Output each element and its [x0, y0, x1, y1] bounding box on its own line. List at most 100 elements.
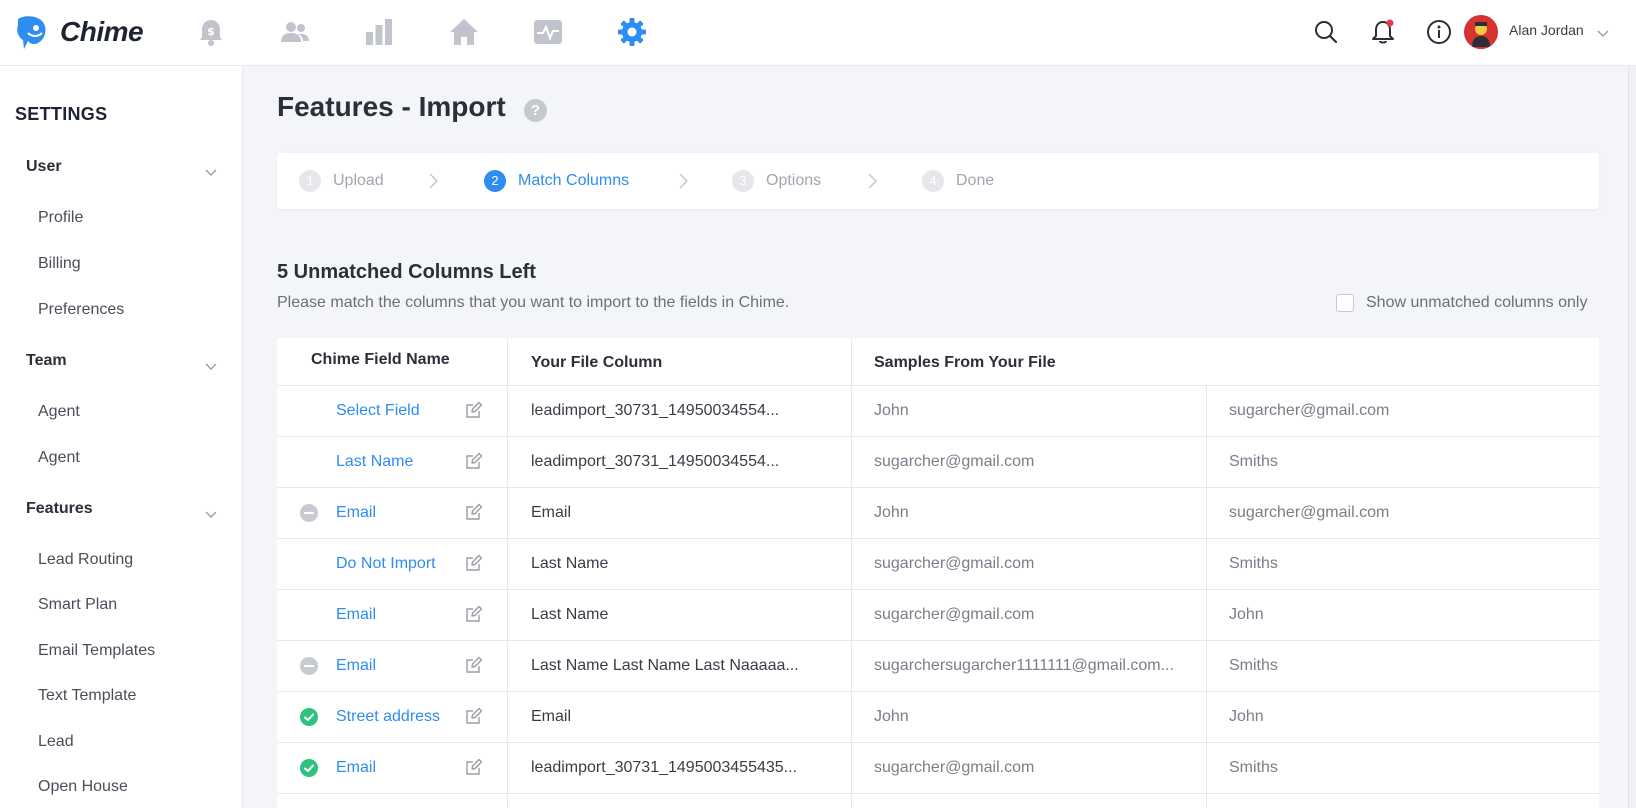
gear-icon[interactable]: [616, 16, 648, 48]
help-icon[interactable]: ?: [524, 99, 547, 122]
chime-field-link[interactable]: Email: [336, 759, 376, 777]
sidebar-item-text-template[interactable]: Text Template: [38, 687, 136, 705]
chime-field-link[interactable]: Street address: [336, 708, 440, 726]
sidebar-title: SETTINGS: [15, 104, 108, 124]
step-options[interactable]: 3 Options: [732, 170, 821, 192]
step-label: Upload: [333, 172, 384, 189]
edit-icon[interactable]: [465, 554, 483, 577]
sample-value: John: [874, 504, 909, 521]
chime-field-link[interactable]: Email: [336, 657, 376, 675]
sample-value: Smiths: [1229, 657, 1278, 674]
step-number: 4: [922, 170, 944, 192]
import-steps: 1 Upload 2 Match Columns 3 Options 4 Don…: [277, 153, 1599, 209]
bar-chart-icon[interactable]: [363, 16, 395, 48]
sample-value: sugarcher@gmail.com: [874, 555, 1035, 572]
page-scrollbar[interactable]: [1628, 66, 1636, 808]
sample-value: Smiths: [1229, 759, 1278, 776]
step-number: 1: [299, 170, 321, 192]
minus-circle-icon[interactable]: [300, 657, 318, 675]
sample-value: sugarcher@gmail.com: [1229, 504, 1390, 521]
check-circle-icon: [300, 759, 318, 777]
step-number: 3: [732, 170, 754, 192]
activity-icon[interactable]: [532, 16, 564, 48]
step-done[interactable]: 4 Done: [922, 170, 994, 192]
sample-value: John: [1229, 606, 1264, 623]
step-upload[interactable]: 1 Upload: [299, 170, 384, 192]
chime-bird-icon: [17, 16, 46, 49]
unmatched-description: Please match the columns that you want t…: [277, 294, 790, 311]
file-column-name: Last Name: [531, 606, 609, 623]
people-icon[interactable]: [279, 16, 311, 48]
edit-icon[interactable]: [465, 452, 483, 475]
search-icon[interactable]: [1311, 17, 1341, 47]
svg-text:$: $: [207, 25, 215, 38]
column-match-table: Chime Field Name Your File Column Sample…: [277, 338, 1599, 808]
chevron-down-icon[interactable]: [205, 358, 217, 376]
table-row: Street address Email John John: [277, 692, 1599, 743]
chime-field-link[interactable]: Email: [336, 504, 376, 522]
info-icon[interactable]: [1424, 17, 1454, 47]
home-icon[interactable]: [448, 16, 480, 48]
chevron-down-icon[interactable]: [205, 164, 217, 182]
table-row: Email Last Name Last Name Last Naaaaa... s…: [277, 641, 1599, 692]
edit-icon[interactable]: [465, 707, 483, 730]
page-title: Features - Import: [277, 91, 506, 122]
sample-value: sugarchersugarcher1111111@gmail.com...: [874, 657, 1174, 674]
edit-icon[interactable]: [465, 503, 483, 526]
sidebar-item-billing[interactable]: Billing: [38, 255, 81, 273]
sidebar-item-lead[interactable]: Lead: [38, 733, 74, 751]
notification-bell-icon[interactable]: [1368, 17, 1398, 47]
edit-icon[interactable]: [465, 656, 483, 679]
sidebar-item-agent[interactable]: Agent: [38, 449, 80, 467]
unmatched-count-title: 5 Unmatched Columns Left: [277, 261, 536, 283]
step-match-columns[interactable]: 2 Match Columns: [484, 170, 629, 192]
sidebar-item-email-templates[interactable]: Email Templates: [38, 642, 155, 660]
sidebar-item-preferences[interactable]: Preferences: [38, 301, 124, 319]
show-unmatched-toggle[interactable]: Show unmatched columns only: [1336, 294, 1587, 312]
file-column-name: Email: [531, 708, 572, 725]
sample-value: sugarcher@gmail.com: [1229, 402, 1390, 419]
edit-icon[interactable]: [465, 401, 483, 424]
sample-value: sugarcher@gmail.com: [874, 606, 1035, 623]
user-avatar[interactable]: [1464, 15, 1498, 49]
show-unmatched-checkbox[interactable]: [1336, 294, 1354, 312]
header-your-file-column: Your File Column: [531, 354, 663, 371]
file-column-name: leadimport_30731_14950034554...: [531, 453, 780, 470]
file-column-name: leadimport_30731_14950034554...: [531, 402, 780, 419]
sample-value: John: [1229, 708, 1264, 725]
sidebar-group-user[interactable]: User: [26, 158, 62, 176]
app-name: Chime: [60, 16, 144, 47]
sample-value: John: [874, 708, 909, 725]
chime-field-link[interactable]: Email: [336, 606, 376, 624]
table-row: Do Not Import Last Name sugarcher@gmail.co…: [277, 539, 1599, 590]
step-label: Done: [956, 172, 995, 189]
sidebar-item-profile[interactable]: Profile: [38, 209, 83, 227]
edit-icon[interactable]: [465, 605, 483, 628]
chevron-down-icon[interactable]: [205, 506, 217, 524]
header-chime-field-name: Chime Field Name: [311, 351, 450, 368]
minus-circle-icon[interactable]: [300, 504, 318, 522]
sidebar-group-team[interactable]: Team: [26, 352, 67, 370]
sidebar-item-lead-routing[interactable]: Lead Routing: [38, 551, 133, 569]
chime-field-link[interactable]: Do Not Import: [336, 555, 436, 573]
check-circle-icon: [300, 708, 318, 726]
table-row: Email leadimport_30731_1495003455435... su…: [277, 743, 1599, 794]
sidebar-group-features[interactable]: Features: [26, 500, 93, 518]
file-column-name: Email: [531, 504, 572, 521]
top-navigation-bar: Chime $ Alan Jordan: [0, 0, 1636, 66]
settings-sidebar: SETTINGS User Profile Billing Preference…: [0, 66, 243, 808]
chime-field-link[interactable]: Select Field: [336, 402, 420, 420]
show-unmatched-label[interactable]: Show unmatched columns only: [1366, 294, 1587, 312]
dollar-bell-icon[interactable]: $: [195, 16, 227, 48]
sidebar-item-open-house[interactable]: Open House: [38, 778, 128, 796]
sidebar-item-agent[interactable]: Agent: [38, 403, 80, 421]
edit-icon[interactable]: [465, 758, 483, 781]
step-label: Match Columns: [518, 172, 630, 189]
sample-value: Smiths: [1229, 555, 1278, 572]
file-column-name: Last Name: [531, 555, 609, 572]
chime-field-link[interactable]: Last Name: [336, 453, 413, 471]
sidebar-item-smart-plan[interactable]: Smart Plan: [38, 596, 117, 614]
chevron-down-icon[interactable]: [1597, 25, 1609, 43]
user-name[interactable]: Alan Jordan: [1509, 22, 1584, 38]
chime-logo[interactable]: Chime: [14, 12, 144, 52]
